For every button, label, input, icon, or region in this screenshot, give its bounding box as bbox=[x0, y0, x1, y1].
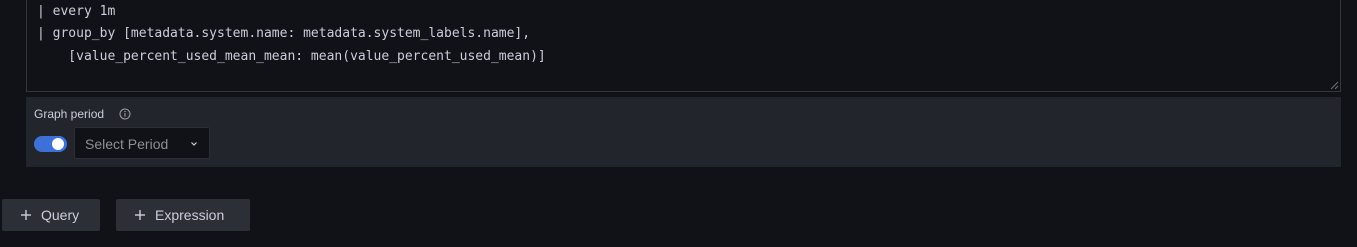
resize-handle-icon[interactable] bbox=[1329, 80, 1339, 90]
add-query-label: Query bbox=[41, 207, 80, 223]
graph-period-label: Graph period bbox=[34, 107, 105, 121]
toggle-knob bbox=[52, 138, 64, 150]
chevron-down-icon bbox=[191, 142, 197, 146]
add-expression-button[interactable]: Expression bbox=[116, 199, 250, 231]
add-query-button[interactable]: Query bbox=[2, 199, 100, 231]
period-select-placeholder: Select Period bbox=[85, 136, 169, 152]
options-panel: Graph period Select Period bbox=[26, 97, 1341, 167]
code-line-1: | every 1m bbox=[37, 4, 116, 19]
code-line-3: [value_percent_used_mean_mean: mean(valu… bbox=[37, 49, 546, 64]
plus-icon bbox=[135, 210, 145, 220]
period-select[interactable]: Select Period bbox=[74, 127, 210, 159]
graph-period-toggle[interactable] bbox=[34, 136, 67, 152]
query-editor[interactable]: | every 1m | group_by [metadata.system.n… bbox=[26, 0, 1341, 92]
query-editor-region: | every 1m | group_by [metadata.system.n… bbox=[0, 0, 1357, 247]
info-icon[interactable] bbox=[119, 108, 131, 120]
add-expression-label: Expression bbox=[155, 207, 225, 223]
code-line-2: | group_by [metadata.system.name: metada… bbox=[37, 26, 531, 41]
plus-icon bbox=[21, 210, 31, 220]
